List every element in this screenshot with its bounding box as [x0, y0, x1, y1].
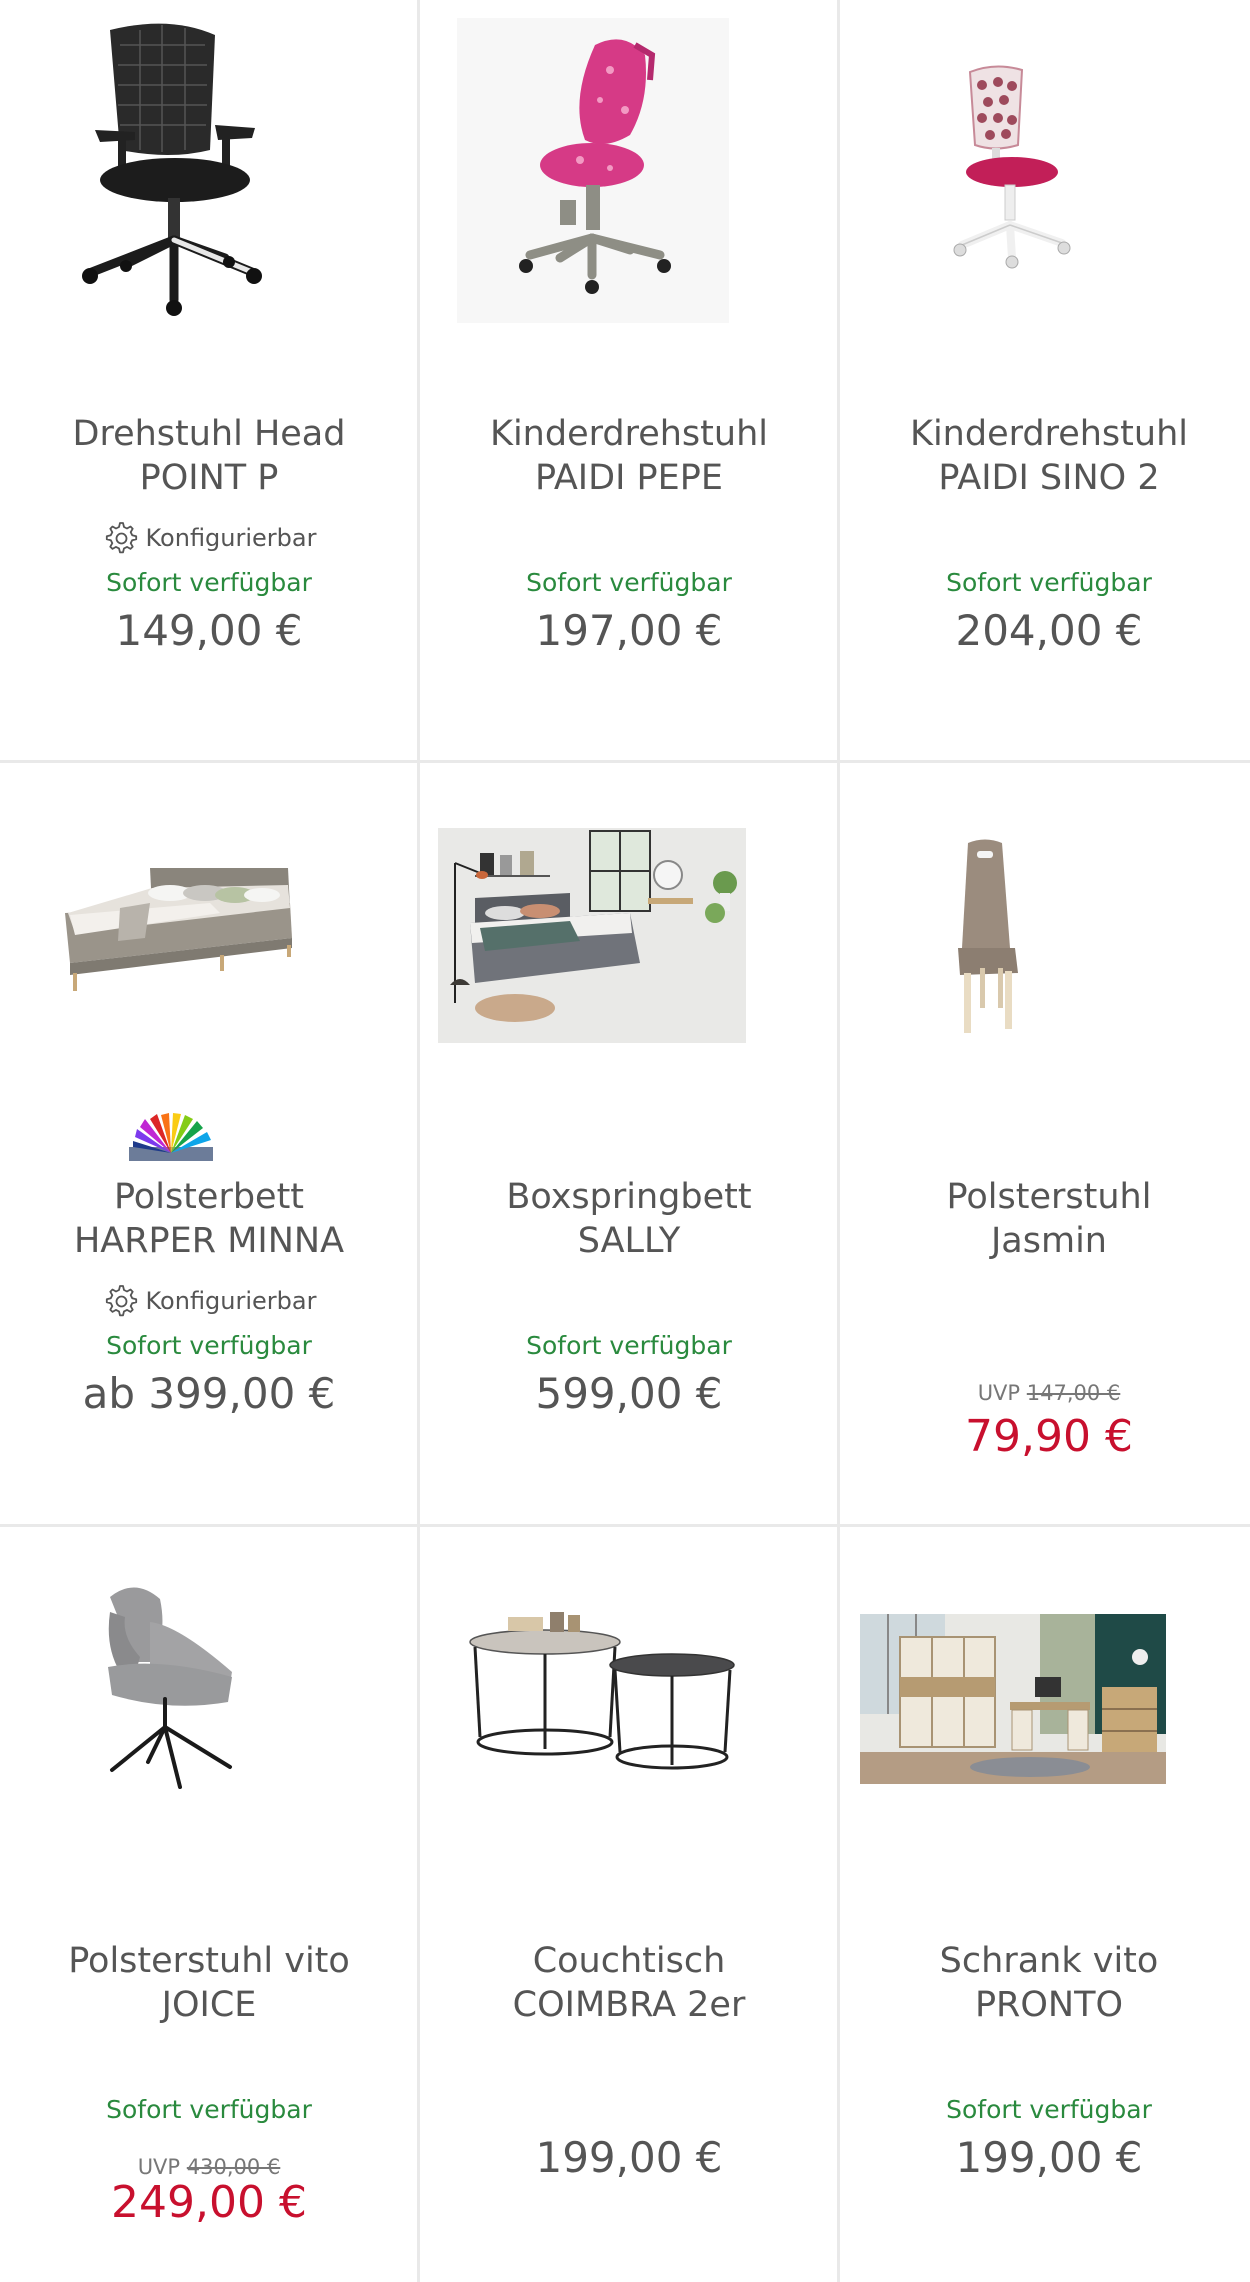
product-title-line[interactable]: Drehstuhl Head	[10, 412, 408, 456]
product-card-polsterstuhl-jasmin[interactable]: Polsterstuhl Jasmin UVP 147,00 € 79,90 €	[840, 763, 1250, 1524]
product-title[interactable]: Kinderdrehstuhl PAIDI PEPE	[430, 412, 828, 500]
product-title-line[interactable]: COIMBRA 2er	[430, 1983, 828, 2027]
product-price: 197,00 €	[535, 606, 723, 655]
product-title-line[interactable]: PAIDI SINO 2	[850, 456, 1248, 500]
product-title-line[interactable]: POINT P	[10, 456, 408, 500]
product-title-line[interactable]: JOICE	[10, 1983, 408, 2027]
product-image[interactable]	[0, 763, 418, 1123]
gear-icon	[105, 1285, 137, 1317]
product-price: 599,00 €	[535, 1369, 723, 1418]
product-title-line[interactable]: Jasmin	[850, 1219, 1248, 1263]
product-price: 199,00 €	[535, 2133, 723, 2182]
product-card-couchtisch-coimbra[interactable]: Couchtisch COIMBRA 2er 199,00 €	[420, 1527, 838, 2282]
product-price: 199,00 €	[955, 2133, 1143, 2182]
product-image[interactable]	[0, 1527, 418, 1887]
uvp-label: UVP	[977, 1381, 1021, 1405]
product-title-line[interactable]: Polsterstuhl	[850, 1175, 1248, 1219]
product-title-line[interactable]: Kinderdrehstuhl	[430, 412, 828, 456]
availability-status: Sofort verfügbar	[106, 568, 312, 597]
product-image[interactable]	[840, 1527, 1250, 1887]
product-title-line[interactable]: Polsterbett	[10, 1175, 408, 1219]
product-title[interactable]: Polsterstuhl vito JOICE	[10, 1939, 408, 2027]
product-price: ab 399,00 €	[82, 1369, 336, 1418]
uvp-price: UVP 430,00 €	[0, 2155, 418, 2179]
availability-status: Sofort verfügbar	[946, 2095, 1152, 2124]
product-title-line[interactable]: Boxspringbett	[430, 1175, 828, 1219]
product-title-line[interactable]: PRONTO	[850, 1983, 1248, 2027]
product-card-paidi-pepe[interactable]: Kinderdrehstuhl PAIDI PEPE Sofort verfüg…	[420, 0, 838, 761]
availability-status: Sofort verfügbar	[526, 568, 732, 597]
uvp-price: UVP 147,00 €	[840, 1381, 1250, 1405]
sale-price: 79,90 €	[965, 1411, 1133, 1462]
availability-status: Sofort verfügbar	[526, 1331, 732, 1360]
configurable-badge: Konfigurierbar	[0, 1281, 418, 1321]
availability-status: Sofort verfügbar	[106, 1331, 312, 1360]
uvp-value: 147,00 €	[1026, 1381, 1121, 1405]
product-card-polsterstuhl-joice[interactable]: Polsterstuhl vito JOICE Sofort verfügbar…	[0, 1527, 418, 2282]
product-title[interactable]: Polsterstuhl Jasmin	[850, 1175, 1248, 1263]
product-price: 204,00 €	[955, 606, 1143, 655]
product-title-line[interactable]: Schrank vito	[850, 1939, 1248, 1983]
product-card-harper-minna[interactable]: Polsterbett HARPER MINNA Konfigurierbar …	[0, 763, 418, 1524]
product-title[interactable]: Polsterbett HARPER MINNA	[10, 1175, 408, 1263]
configurable-label: Konfigurierbar	[145, 1287, 317, 1315]
product-title-line[interactable]: Polsterstuhl vito	[10, 1939, 408, 1983]
product-grid: Drehstuhl Head POINT P Konfigurierbar So…	[0, 0, 1250, 2282]
product-image[interactable]	[420, 763, 838, 1123]
product-card-paidi-sino[interactable]: Kinderdrehstuhl PAIDI SINO 2 Sofort verf…	[840, 0, 1250, 761]
product-title-line[interactable]: HARPER MINNA	[10, 1219, 408, 1263]
configurable-label: Konfigurierbar	[145, 524, 317, 552]
product-title-line[interactable]: SALLY	[430, 1219, 828, 1263]
sale-price: 249,00 €	[111, 2177, 307, 2228]
uvp-label: UVP	[137, 2155, 181, 2179]
product-image[interactable]	[840, 0, 1250, 360]
uvp-value: 430,00 €	[186, 2155, 281, 2179]
product-image[interactable]	[840, 763, 1250, 1123]
color-options-icon	[129, 1113, 213, 1161]
product-card-drehstuhl-head[interactable]: Drehstuhl Head POINT P Konfigurierbar So…	[0, 0, 418, 761]
product-card-schrank-pronto[interactable]: Schrank vito PRONTO Sofort verfügbar 199…	[840, 1527, 1250, 2282]
product-title[interactable]: Kinderdrehstuhl PAIDI SINO 2	[850, 412, 1248, 500]
product-image[interactable]	[0, 0, 418, 360]
product-image[interactable]	[420, 0, 838, 360]
product-title-line[interactable]: Kinderdrehstuhl	[850, 412, 1248, 456]
product-title-line[interactable]: PAIDI PEPE	[430, 456, 828, 500]
availability-status: Sofort verfügbar	[946, 568, 1152, 597]
product-title[interactable]: Boxspringbett SALLY	[430, 1175, 828, 1263]
availability-status: Sofort verfügbar	[106, 2095, 312, 2124]
product-card-boxspringbett-sally[interactable]: Boxspringbett SALLY Sofort verfügbar 599…	[420, 763, 838, 1524]
gear-icon	[105, 522, 137, 554]
product-title[interactable]: Schrank vito PRONTO	[850, 1939, 1248, 2027]
product-price: 149,00 €	[115, 606, 303, 655]
configurable-badge: Konfigurierbar	[0, 518, 418, 558]
product-image[interactable]	[420, 1527, 838, 1887]
product-title-line[interactable]: Couchtisch	[430, 1939, 828, 1983]
product-title[interactable]: Couchtisch COIMBRA 2er	[430, 1939, 828, 2027]
product-title[interactable]: Drehstuhl Head POINT P	[10, 412, 408, 500]
